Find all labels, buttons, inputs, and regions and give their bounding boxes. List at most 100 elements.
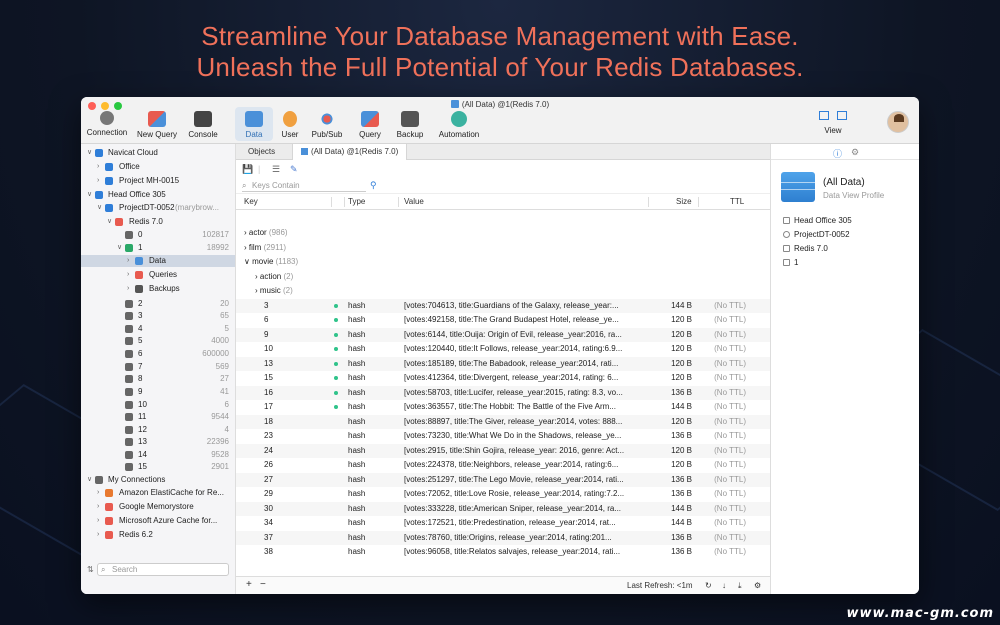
new-query-button[interactable]: New Query — [134, 111, 180, 139]
query-button[interactable]: Query — [353, 111, 387, 139]
col-value[interactable]: Value — [404, 197, 424, 206]
chevron-right-icon[interactable]: › — [127, 269, 129, 281]
sidebar-item[interactable]: ∨ 1 18992 — [81, 242, 235, 254]
table-row[interactable]: 24 hash [votes:2915, title:Shin Gojira, re… — [236, 443, 770, 458]
chevron-right-icon[interactable]: › — [97, 175, 99, 187]
table-row[interactable]: 34 hash [votes:172521, title:Predestinatio… — [236, 516, 770, 531]
pubsub-button[interactable]: Pub/Sub — [309, 111, 345, 139]
sidebar-item[interactable]: › Office — [81, 161, 235, 173]
sidebar-item[interactable]: 7 569 — [81, 361, 235, 373]
table-row[interactable]: 18 hash [votes:88897, title:The Giver, rel… — [236, 414, 770, 429]
table-row[interactable]: 23 hash [votes:73230, title:What We Do in … — [236, 429, 770, 444]
chevron-right-icon[interactable]: › — [97, 501, 99, 513]
remove-key-button[interactable]: − — [260, 579, 266, 590]
sidebar-item[interactable]: › Amazon ElastiCache for Re... — [81, 487, 235, 499]
chevron-down-icon[interactable]: ∨ — [87, 147, 92, 159]
sidebar-item[interactable]: ∨ Head Office 305 — [81, 189, 235, 201]
table-row[interactable]: 30 hash [votes:333228, title:American Snip… — [236, 501, 770, 516]
sidebar-item[interactable]: ∨ Redis 7.0 — [81, 216, 235, 228]
sidebar-item[interactable]: 12 4 — [81, 424, 235, 436]
sidebar-item[interactable]: › Google Memorystore — [81, 501, 235, 513]
add-key-button[interactable]: + — [246, 579, 252, 590]
tab-all-data[interactable]: (All Data) @1(Redis 7.0) — [292, 144, 408, 160]
table-row[interactable]: 15 hash [votes:412364, title:Divergent, re… — [236, 371, 770, 386]
save-icon[interactable]: 💾 — [242, 164, 253, 175]
table-row[interactable]: 13 hash [votes:185189, title:The Babadook,… — [236, 356, 770, 371]
table-row[interactable]: 38 hash [votes:96058, title:Relatos salvaj… — [236, 545, 770, 560]
import-icon[interactable]: ↓ — [722, 581, 726, 590]
sidebar-item[interactable]: 14 9528 — [81, 449, 235, 461]
table-row[interactable]: 6 hash [votes:492158, title:The Grand Buda… — [236, 313, 770, 328]
sidebar-item[interactable]: 13 22396 — [81, 436, 235, 448]
chevron-down-icon[interactable]: ∨ — [117, 242, 122, 254]
table-row[interactable]: 16 hash [votes:58703, title:Lucifer, relea… — [236, 385, 770, 400]
user-button[interactable]: User — [278, 111, 302, 139]
tab-objects[interactable]: Objects — [240, 144, 283, 160]
chevron-right-icon[interactable]: › — [127, 283, 129, 295]
chevron-down-icon[interactable]: ∨ — [107, 216, 112, 228]
backup-button[interactable]: Backup — [393, 111, 427, 139]
info-icon[interactable]: ⓘ — [833, 147, 842, 160]
sidebar-item[interactable]: › Queries — [81, 269, 235, 281]
key-group-row[interactable]: › music (2) — [236, 284, 770, 299]
chevron-down-icon[interactable]: ∨ — [244, 257, 252, 266]
col-ttl[interactable]: TTL — [730, 197, 744, 206]
sidebar-item[interactable]: 8 27 — [81, 373, 235, 385]
refresh-icon[interactable]: ↻ — [705, 581, 712, 590]
sidebar-item[interactable]: › Redis 6.2 — [81, 529, 235, 541]
edit-icon[interactable]: ✎ — [290, 164, 298, 175]
sidebar-item[interactable]: 45 — [81, 323, 235, 335]
table-row[interactable]: 3 hash [votes:704613, title:Guardians of t… — [236, 298, 770, 313]
connection-button[interactable]: Connection — [85, 111, 129, 137]
sidebar-item[interactable]: 3 65 — [81, 310, 235, 322]
filter-icon[interactable]: ⇅ — [87, 565, 97, 574]
sidebar-item[interactable]: ∨ My Connections — [81, 474, 235, 486]
chevron-down-icon[interactable]: ∨ — [87, 474, 92, 486]
user-avatar[interactable] — [887, 111, 909, 133]
chevron-down-icon[interactable]: ∨ — [97, 202, 102, 214]
sidebar-item[interactable]: 15 2901 — [81, 461, 235, 473]
sidebar-item[interactable]: ∨ Navicat Cloud — [81, 147, 235, 159]
automation-button[interactable]: Automation — [435, 111, 483, 139]
sidebar-item[interactable]: › Data — [81, 255, 235, 267]
list-icon[interactable]: ☰ — [272, 164, 280, 175]
export-icon[interactable]: ⤓ — [738, 581, 742, 591]
chevron-right-icon[interactable]: › — [97, 161, 99, 173]
key-group-row[interactable]: › film (2911) — [236, 241, 770, 256]
table-row[interactable]: 9 hash [votes:6144, title:Ouija: Origin of… — [236, 327, 770, 342]
table-row[interactable]: 37 hash [votes:78760, title:Origins, relea… — [236, 530, 770, 545]
sidebar-item[interactable]: › Project MH-0015 — [81, 175, 235, 187]
chevron-right-icon[interactable]: › — [127, 255, 129, 267]
key-group-row[interactable]: › actor (986) — [236, 226, 770, 241]
table-row[interactable]: 26 hash [votes:224378, title:Neighbors, re… — [236, 458, 770, 473]
console-button[interactable]: Console — [185, 111, 221, 139]
sidebar-item[interactable]: ∨ ProjectDT-0052 (marybrow... — [81, 202, 235, 214]
table-row[interactable]: 10 hash [votes:120440, title:It Follows, r… — [236, 342, 770, 357]
sidebar-item[interactable]: 5 4000 — [81, 335, 235, 347]
chevron-right-icon[interactable]: › — [97, 487, 99, 499]
sidebar-item[interactable]: 11 9544 — [81, 411, 235, 423]
col-size[interactable]: Size — [676, 197, 692, 206]
chevron-right-icon[interactable]: › — [97, 515, 99, 527]
sidebar-search-input[interactable]: Search — [97, 562, 229, 576]
col-key[interactable]: Key — [244, 197, 258, 206]
sidebar-item[interactable]: 9 41 — [81, 386, 235, 398]
search-icon[interactable]: ⚲ — [370, 180, 377, 191]
chevron-right-icon[interactable]: › — [97, 529, 99, 541]
sidebar-item[interactable]: 10 6 — [81, 399, 235, 411]
key-group-row[interactable]: ∨ movie (1183) — [236, 255, 770, 270]
sidebar-item[interactable]: 2 20 — [81, 298, 235, 310]
sidebar-item[interactable]: › Microsoft Azure Cache for... — [81, 515, 235, 527]
panel-settings-icon[interactable]: ⚙ — [851, 147, 859, 158]
chevron-down-icon[interactable]: ∨ — [87, 189, 92, 201]
sidebar-item[interactable]: 0 102817 — [81, 229, 235, 241]
view-button[interactable]: View — [811, 111, 855, 135]
keys-contain-input[interactable]: Keys Contain — [242, 180, 366, 192]
key-group-row[interactable]: › action (2) — [236, 270, 770, 285]
sidebar-item[interactable]: › Backups — [81, 283, 235, 295]
col-type[interactable]: Type — [348, 197, 365, 206]
settings-gear-icon[interactable]: ⚙ — [754, 581, 761, 590]
table-row[interactable]: 29 hash [votes:72052, title:Love Rosie, re… — [236, 487, 770, 502]
data-button[interactable]: Data — [235, 107, 273, 141]
sidebar-item[interactable]: 6 600000 — [81, 348, 235, 360]
